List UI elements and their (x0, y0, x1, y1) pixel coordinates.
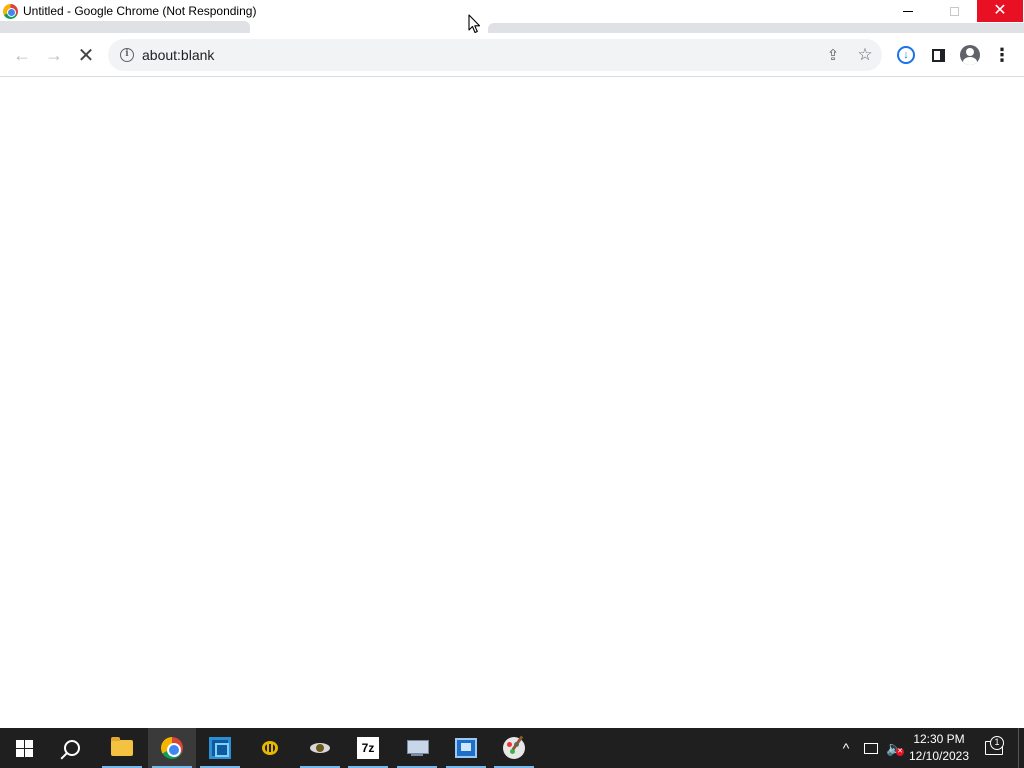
tab-strip-right (488, 23, 1024, 33)
chrome-menu-button[interactable]: ⋮ (989, 42, 1015, 68)
taskbar-file-explorer[interactable] (98, 728, 146, 768)
minimize-icon (903, 10, 913, 12)
close-button[interactable]: ✕ (977, 0, 1023, 22)
site-info-icon[interactable]: i (120, 48, 134, 62)
remote-desktop-icon (455, 738, 477, 758)
forward-arrow-icon: → (45, 44, 63, 65)
virtualbox-icon (209, 737, 231, 759)
paint-icon (503, 737, 525, 759)
search-button[interactable] (48, 728, 96, 768)
chrome-icon (161, 737, 183, 759)
close-icon: ✕ (993, 2, 1007, 19)
forward-button[interactable]: → (40, 41, 68, 69)
show-desktop-button[interactable] (1018, 728, 1024, 768)
address-bar[interactable]: i about:blank ⇪ ☆ (108, 39, 882, 71)
bookmark-star-icon[interactable]: ☆ (854, 44, 876, 66)
tray-clock[interactable]: 12:30 PM 12/10/2023 (906, 731, 972, 765)
profile-button[interactable] (957, 42, 983, 68)
back-arrow-icon: ← (13, 44, 31, 65)
more-vert-icon: ⋮ (993, 44, 1011, 65)
action-center-button[interactable]: 1 (980, 728, 1008, 768)
network-icon (864, 742, 878, 754)
share-icon[interactable]: ⇪ (822, 44, 844, 66)
chrome-icon (3, 4, 18, 19)
taskbar-7zip[interactable]: 7z (344, 728, 392, 768)
address-text[interactable]: about:blank (142, 47, 214, 63)
taskbar-paint[interactable] (490, 728, 538, 768)
clock-time: 12:30 PM (913, 732, 965, 746)
stop-loading-button[interactable]: ✕ (72, 41, 100, 69)
avatar-icon (960, 45, 980, 65)
mouse-cursor-icon (468, 14, 481, 34)
search-icon (64, 740, 80, 756)
taskbar-network-drive[interactable] (393, 728, 441, 768)
browser-toolbar: ← → ✕ i about:blank ⇪ ☆ ↓ ⋮ (0, 33, 1024, 77)
side-panel-icon (931, 48, 945, 62)
start-button[interactable] (0, 728, 48, 768)
chevron-up-icon: ^ (842, 740, 850, 756)
network-drive-icon (405, 738, 429, 758)
notification-count-badge: 1 (990, 736, 1004, 750)
taskbar-remote-desktop[interactable] (442, 728, 490, 768)
minimize-button[interactable] (885, 0, 931, 22)
page-content[interactable] (0, 78, 1024, 728)
windows-logo-icon (15, 739, 33, 757)
taskbar-wasp-app[interactable] (296, 728, 344, 768)
folder-icon (111, 737, 133, 756)
taskbar-virtualbox[interactable] (196, 728, 244, 768)
volume-tray-button[interactable]: 🔈 ✕ (884, 728, 906, 768)
maximize-button[interactable] (931, 0, 977, 22)
stop-icon: ✕ (77, 44, 95, 67)
7zip-icon: 7z (357, 737, 379, 759)
bee-icon (258, 737, 282, 759)
taskbar-yellow-app[interactable] (246, 728, 294, 768)
downloads-button[interactable]: ↓ (893, 42, 919, 68)
network-tray-button[interactable] (860, 728, 882, 768)
wasp-icon (308, 738, 332, 758)
tab-strip-left (0, 21, 250, 33)
title-bar[interactable]: Untitled - Google Chrome (Not Responding… (0, 0, 1024, 33)
back-button[interactable]: ← (8, 41, 36, 69)
show-hidden-icons-button[interactable]: ^ (836, 728, 856, 768)
clock-date: 12/10/2023 (908, 749, 970, 763)
taskbar-google-chrome[interactable] (148, 728, 196, 768)
muted-badge-icon: ✕ (896, 748, 904, 756)
taskbar: 7z ^ 🔈 ✕ 12:30 PM 12/10/2023 1 (0, 728, 1024, 768)
maximize-icon (949, 6, 959, 16)
side-panel-button[interactable] (925, 42, 951, 68)
download-icon: ↓ (897, 46, 915, 64)
window-title: Untitled - Google Chrome (Not Responding… (23, 4, 257, 18)
